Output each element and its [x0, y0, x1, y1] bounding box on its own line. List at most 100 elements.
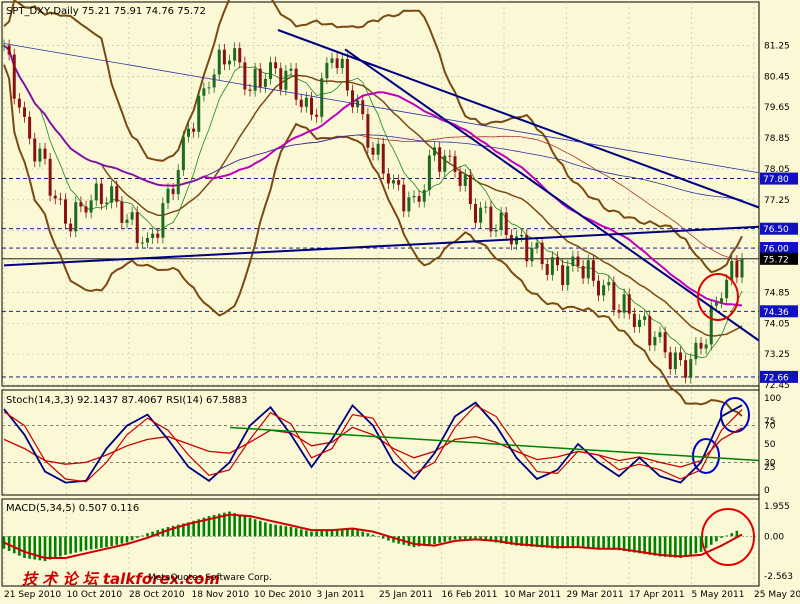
- candle-body: [254, 69, 257, 91]
- macd-histogram-bar: [300, 529, 303, 536]
- candle-body: [59, 199, 62, 200]
- macd-histogram-bar: [315, 531, 318, 536]
- macd-histogram-bar: [85, 536, 88, 550]
- macd-histogram-bar: [110, 536, 113, 546]
- macd-histogram-bar: [428, 536, 431, 545]
- candle-body: [305, 98, 308, 107]
- candle-body: [310, 98, 313, 115]
- candle-body: [300, 100, 303, 107]
- macd-histogram-bar: [167, 527, 170, 536]
- candle-body: [279, 68, 282, 89]
- candle-body: [33, 139, 36, 162]
- candle-body: [546, 264, 549, 275]
- candle-body: [228, 61, 231, 65]
- macd-histogram-bar: [141, 536, 144, 537]
- macd-histogram-bar: [674, 536, 677, 557]
- candle-body: [710, 306, 713, 345]
- candle-body: [530, 248, 533, 261]
- macd-histogram-bar: [80, 536, 83, 551]
- x-axis-tick-label: 16 Feb 2011: [442, 590, 498, 600]
- candle-body: [49, 159, 52, 196]
- candle-body: [325, 63, 328, 78]
- mt4-chart-window[interactable]: 21 Sep 201010 Oct 201028 Oct 201018 Nov …: [0, 0, 800, 600]
- candle-body: [571, 257, 574, 266]
- macd-histogram-bar: [95, 536, 98, 548]
- candle-body: [177, 170, 180, 194]
- candle-body: [474, 204, 477, 223]
- price-axis-tick-label: 77.25: [764, 196, 790, 206]
- x-axis-tick-label: 18 Nov 2010: [192, 590, 250, 600]
- candle-body: [602, 285, 605, 295]
- x-axis-tick-label: 25 May 2011: [754, 590, 800, 600]
- candle-body: [612, 282, 615, 310]
- candle-body: [387, 174, 390, 184]
- price-level-label: 74.36: [763, 308, 789, 318]
- macd-histogram-bar: [715, 536, 718, 541]
- candle-body: [341, 59, 344, 68]
- candle-body: [495, 230, 498, 231]
- macd-histogram-bar: [18, 536, 21, 555]
- stoch-axis-tick-label: 100: [764, 394, 781, 404]
- macd-histogram-bar: [13, 536, 16, 553]
- macd-histogram-bar: [736, 531, 739, 537]
- candle-body: [269, 62, 272, 79]
- candle-body: [443, 156, 446, 172]
- candle-body: [623, 294, 626, 312]
- candle-body: [274, 62, 277, 68]
- macd-histogram-bar: [90, 536, 93, 549]
- candle-body: [464, 175, 467, 186]
- candle-body: [54, 196, 57, 199]
- macd-histogram-bar: [720, 536, 723, 538]
- candle-body: [259, 69, 262, 87]
- stoch-axis-tick-label: 25: [764, 463, 775, 473]
- macd-histogram-bar: [700, 536, 703, 551]
- macd-histogram-bar: [730, 533, 733, 536]
- candle-body: [484, 207, 487, 208]
- candle-body: [556, 257, 559, 265]
- macd-histogram-bar: [264, 522, 267, 536]
- macd-axis-tick-label: -2.563: [764, 572, 793, 582]
- candle-body: [131, 212, 134, 219]
- macd-histogram-bar: [100, 536, 103, 548]
- candle-body: [74, 202, 77, 231]
- candle-body: [161, 203, 164, 238]
- macd-histogram-bar: [74, 536, 77, 552]
- candle-body: [146, 238, 149, 243]
- candle-body: [167, 189, 170, 203]
- candle-body: [284, 71, 287, 90]
- candle-body: [85, 206, 88, 212]
- macd-histogram-bar: [136, 536, 139, 538]
- candle-body: [715, 302, 718, 305]
- macd-histogram-bar: [105, 536, 108, 547]
- macd-histogram-bar: [238, 515, 241, 537]
- candle-body: [377, 144, 380, 155]
- candle-body: [336, 58, 339, 68]
- candle-body: [110, 186, 113, 202]
- candle-body: [536, 243, 539, 248]
- candle-body: [69, 224, 72, 232]
- candle-body: [218, 50, 221, 75]
- candle-body: [407, 197, 410, 211]
- macd-histogram-bar: [572, 536, 575, 547]
- price-level-label: 76.50: [763, 225, 789, 235]
- candle-body: [541, 243, 544, 264]
- price-level-label: 77.80: [763, 175, 789, 185]
- candle-body: [213, 74, 216, 87]
- candle-body: [659, 332, 662, 337]
- macd-histogram-bar: [648, 536, 651, 555]
- macd-histogram-bar: [695, 536, 698, 553]
- candle-body: [28, 117, 31, 139]
- macd-histogram-bar: [244, 516, 247, 536]
- candle-body: [208, 87, 211, 88]
- candle-body: [433, 147, 436, 155]
- macd-histogram-bar: [64, 536, 67, 555]
- price-axis-tick-label: 81.25: [764, 41, 790, 51]
- macd-histogram-bar: [664, 536, 667, 557]
- macd-histogram-bar: [115, 536, 118, 545]
- macd-histogram-bar: [28, 536, 31, 558]
- macd-histogram-bar: [356, 530, 359, 536]
- price-axis-tick-label: 80.45: [764, 72, 790, 82]
- macd-histogram-bar: [233, 513, 236, 536]
- macd-histogram-bar: [597, 536, 600, 548]
- chart-canvas[interactable]: 21 Sep 201010 Oct 201028 Oct 201018 Nov …: [0, 0, 800, 600]
